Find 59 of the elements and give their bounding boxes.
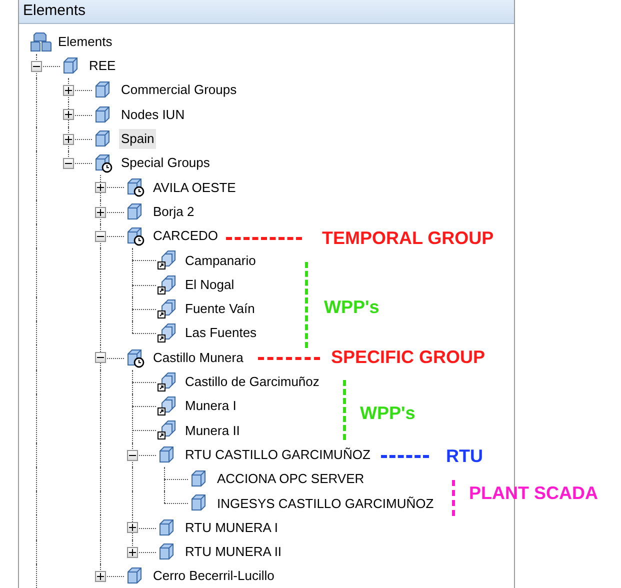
leader-line [452,480,455,516]
cube-clock-icon [125,348,145,368]
cubes-icon [30,32,52,52]
annotation-label: SPECIFIC GROUP [331,346,486,368]
annotation-label: WPP's [324,296,380,318]
shortcut-cube-icon [157,274,177,295]
tree-item[interactable]: Cerro Becerril-Lucillo [151,566,276,586]
expand-toggle[interactable] [95,206,106,218]
tree-item[interactable]: RTU CASTILLO GARCIMUÑOZ [183,444,372,464]
tree-item[interactable]: Las Fuentes [183,323,259,343]
annotation-label: PLANT SCADA [469,482,598,504]
panel-header: Elements [19,0,514,24]
expand-toggle[interactable] [63,85,74,96]
tree-item[interactable]: REE [87,56,118,76]
tree-item[interactable]: Fuente Vaín [183,299,257,319]
expand-toggle[interactable] [95,182,106,194]
tree-item[interactable]: Borja 2 [151,202,196,222]
tree-item[interactable]: Munera II [183,420,242,440]
tree-item[interactable]: RTU MUNERA I [183,518,280,538]
tree-item[interactable]: El Nogal [183,274,236,294]
collapse-toggle[interactable] [127,450,138,461]
collapse-toggle[interactable] [95,352,106,364]
collapse-toggle[interactable] [95,230,106,242]
leader-line [343,380,346,440]
shortcut-cube-icon [157,323,177,344]
tree-item[interactable]: Munera I [183,396,238,416]
cube-clock-icon [93,153,113,174]
expand-toggle[interactable] [63,109,74,120]
shortcut-cube-icon [157,250,177,270]
shortcut-cube-icon [157,298,177,319]
tree-item[interactable]: Elements [58,32,112,52]
tree-item[interactable]: RTU MUNERA II [183,542,284,562]
shortcut-cube-icon [157,420,177,440]
shortcut-cube-icon [157,396,177,416]
tree-item[interactable]: Nodes IUN [119,104,187,124]
annotation-label: TEMPORAL GROUP [322,227,494,249]
leader-line [258,357,320,360]
tree-item[interactable]: Castillo Munera [151,348,246,368]
shortcut-cube-icon [157,372,177,392]
tree-item[interactable]: CARCEDO [151,226,220,246]
collapse-toggle[interactable] [31,60,42,72]
tree-item[interactable]: Special Groups [119,153,212,173]
expand-toggle[interactable] [127,546,138,558]
expand-toggle[interactable] [127,522,138,534]
tree-item[interactable]: Spain [119,129,156,149]
annotation-label: RTU [446,445,483,467]
cube-clock-icon [125,177,145,198]
tree-item[interactable]: AVILA OESTE [151,178,238,198]
tree-item[interactable]: INGESYS CASTILLO GARCIMUÑOZ [215,494,436,514]
expand-toggle[interactable] [63,134,74,145]
leader-line [381,455,429,458]
tree-item[interactable]: Campanario [183,250,258,270]
tree-item[interactable]: ACCIONA OPC SERVER [215,469,366,489]
tree-item[interactable]: Castillo de Garcimuñoz [183,372,322,392]
expand-toggle[interactable] [95,571,106,582]
tree-item[interactable]: Commercial Groups [119,80,239,100]
collapse-toggle[interactable] [63,158,74,169]
cube-clock-icon [125,226,145,246]
annotation-label: WPP's [360,402,416,424]
